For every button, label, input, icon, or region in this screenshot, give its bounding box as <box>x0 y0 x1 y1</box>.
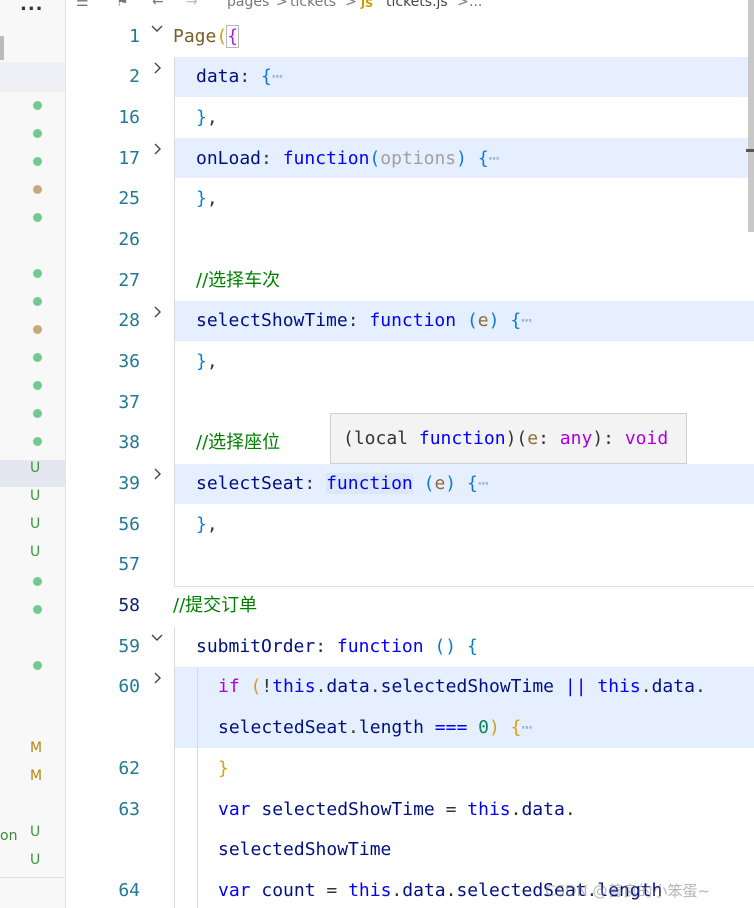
breadcrumb: ☰ ⚑ ← → pages > tickets > JS tickets.js … <box>66 0 754 16</box>
sidebar-row-highlight <box>0 62 65 92</box>
comment-select-seat[interactable]: //选择座位 <box>196 432 280 454</box>
comment-select-train[interactable]: //选择车次 <box>196 270 280 292</box>
scrollbar-thumb[interactable] <box>748 0 754 232</box>
line-number: 25 <box>118 188 140 209</box>
line-number: 1 <box>129 26 140 47</box>
file-status-dot <box>33 437 42 446</box>
code-line-59[interactable]: submitOrder: function () { <box>196 636 478 658</box>
code-line-36[interactable]: }, <box>196 351 218 373</box>
fold-chevron-right-icon[interactable] <box>150 467 164 481</box>
code-line-63-wrap[interactable]: selectedShowTime <box>218 839 391 861</box>
hover-tooltip: (local function)(e: any): void <box>330 413 687 464</box>
scrollbar-cursor-marker <box>746 149 754 152</box>
line-number: 38 <box>118 432 140 453</box>
code-line-62[interactable]: } <box>218 758 229 780</box>
breadcrumb-separator: > <box>345 0 357 10</box>
explorer-sidebar: ... on UUUUMMUU <box>0 0 66 908</box>
line-number: 36 <box>118 351 140 372</box>
line-number: 59 <box>118 636 140 657</box>
line-number: 16 <box>118 107 140 128</box>
code-line-1[interactable]: Page({ <box>173 25 240 48</box>
file-status-dot <box>33 297 42 306</box>
line-number: 62 <box>118 758 140 779</box>
file-status-dot <box>33 101 42 110</box>
back-arrow-icon[interactable]: ← <box>152 0 164 10</box>
file-status-dot <box>33 129 42 138</box>
file-status-badge: U <box>30 852 41 868</box>
file-status-badge: U <box>30 824 41 840</box>
file-status-dot <box>33 157 42 166</box>
outline-icon[interactable]: ☰ <box>76 0 89 10</box>
line-number: 64 <box>118 880 140 901</box>
code-line-16[interactable]: }, <box>196 107 218 129</box>
sidebar-divider <box>0 877 65 878</box>
code-line-63[interactable]: var selectedShowTime = this.data. <box>218 799 576 821</box>
fold-chevron-down-icon[interactable] <box>150 21 164 35</box>
code-line-2[interactable]: data: {⋯ <box>196 66 283 88</box>
js-file-icon: JS <box>361 0 374 10</box>
file-status-dot <box>33 577 42 586</box>
code-line-39[interactable]: selectSeat: function (e) {⋯ <box>196 473 489 495</box>
sidebar-scroll-indicator <box>0 36 4 60</box>
forward-arrow-icon[interactable]: → <box>186 0 198 10</box>
code-line-17[interactable]: onLoad: function(options) {⋯ <box>196 148 500 170</box>
line-number: 63 <box>118 799 140 820</box>
line-number: 2 <box>129 66 140 87</box>
watermark: CSDN @善良的小笨蛋~ <box>545 882 711 900</box>
file-status-badge: U <box>30 460 41 476</box>
code-line-60-wrap[interactable]: selectedSeat.length === 0) {⋯ <box>218 717 532 739</box>
line-number: 28 <box>118 310 140 331</box>
code-line-28[interactable]: selectShowTime: function (e) {⋯ <box>196 310 532 332</box>
file-status-badge: M <box>30 740 43 756</box>
file-status-dot <box>33 325 42 334</box>
file-status-dot <box>33 353 42 362</box>
breadcrumb-more[interactable]: ... <box>469 0 482 10</box>
breadcrumb-separator: > <box>457 0 469 10</box>
code-line-25[interactable]: }, <box>196 188 218 210</box>
code-line-56[interactable]: }, <box>196 514 218 536</box>
line-number: 17 <box>118 148 140 169</box>
sidebar-item-fragment[interactable]: on <box>0 828 17 844</box>
indent-guide <box>174 627 175 908</box>
line-number-current: 58 <box>118 595 140 616</box>
fold-chevron-down-icon[interactable] <box>150 630 164 644</box>
fold-chevron-right-icon[interactable] <box>150 142 164 156</box>
file-status-dot <box>33 409 42 418</box>
file-status-badge: U <box>30 544 41 560</box>
file-status-dot <box>33 605 42 614</box>
breadcrumb-tickets[interactable]: tickets <box>290 0 336 10</box>
line-number: 26 <box>118 229 140 250</box>
file-status-dot <box>33 269 42 278</box>
bookmark-icon[interactable]: ⚑ <box>116 0 129 10</box>
comment-submit-order[interactable]: //提交订单 <box>173 595 257 617</box>
file-status-badge: U <box>30 516 41 532</box>
line-number: 39 <box>118 473 140 494</box>
breadcrumb-pages[interactable]: pages <box>227 0 269 10</box>
more-actions-icon[interactable]: ... <box>20 0 44 15</box>
breadcrumb-file[interactable]: tickets.js <box>386 0 448 10</box>
file-status-dot <box>33 381 42 390</box>
file-status-badge: U <box>30 488 41 504</box>
fold-chevron-right-icon[interactable] <box>150 61 164 75</box>
line-number: 37 <box>118 392 140 413</box>
fold-chevron-right-icon[interactable] <box>150 305 164 319</box>
file-status-badge: M <box>30 768 43 784</box>
indent-guide <box>197 667 198 908</box>
line-number: 56 <box>118 514 140 535</box>
code-line-60[interactable]: if (!this.data.selectedShowTime || this.… <box>218 676 706 698</box>
breadcrumb-separator: > <box>276 0 288 10</box>
line-number: 60 <box>118 676 140 697</box>
line-number: 27 <box>118 270 140 291</box>
file-status-dot <box>33 213 42 222</box>
file-status-dot <box>33 185 42 194</box>
indent-guide <box>174 57 175 587</box>
sticky-scroll-divider <box>174 586 754 587</box>
fold-chevron-right-icon[interactable] <box>150 671 164 685</box>
line-number: 57 <box>118 554 140 575</box>
file-status-dot <box>33 661 42 670</box>
editor-scrollbar[interactable] <box>746 0 754 908</box>
